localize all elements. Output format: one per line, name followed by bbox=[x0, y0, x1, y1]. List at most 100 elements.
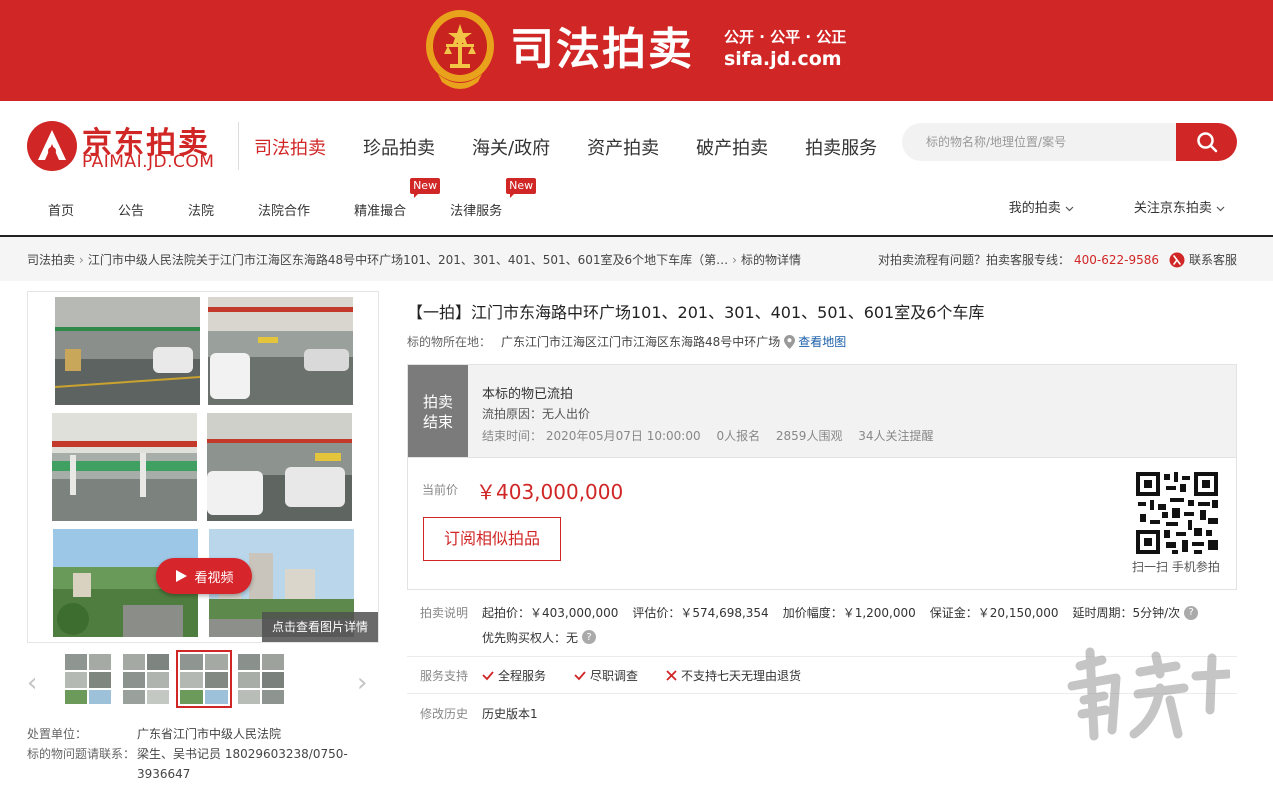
sub-nav: 首页 公告 法院 法院合作 精准撮合 New 法律服务 New bbox=[48, 178, 546, 219]
search-icon bbox=[1196, 132, 1217, 153]
priority-buyer: 优先购买权人：无 bbox=[482, 630, 579, 645]
help-icon[interactable]: ? bbox=[582, 630, 597, 644]
status-tag-line: 拍卖 bbox=[422, 393, 453, 411]
check-icon bbox=[574, 670, 586, 680]
help-text: 对拍卖流程有问题？拍卖客服专线： bbox=[877, 253, 1070, 267]
subnav-label: 法律服务 bbox=[450, 204, 503, 219]
service-item: 全程服务 bbox=[482, 667, 560, 684]
view-image-details-button[interactable]: 点击查看图片详情 bbox=[262, 612, 378, 642]
current-price-value: ￥403,000,000 bbox=[476, 480, 624, 504]
view-map-link[interactable]: 查看地图 bbox=[784, 333, 846, 350]
help-icon[interactable]: ? bbox=[1184, 605, 1199, 620]
auction-status-panel: 拍卖 结束 本标的物已流拍 流拍原因：无人出价 结束时间： 2020年05月07… bbox=[407, 364, 1237, 458]
auction-terms-values: 起拍价：￥403,000,000 评估价：￥574,698,354 加价幅度：￥… bbox=[482, 604, 1212, 621]
follower-count: 34人关注提醒 bbox=[858, 429, 934, 443]
search-box bbox=[902, 123, 1237, 161]
chevron-left-icon[interactable]: ‹ bbox=[27, 668, 37, 698]
search-input[interactable] bbox=[902, 123, 1178, 161]
chevron-right-icon[interactable]: › bbox=[357, 668, 367, 698]
subnav-legal-services[interactable]: 法律服务 New bbox=[450, 178, 537, 219]
auction-ended-tag: 拍卖 结束 bbox=[408, 365, 468, 457]
breadcrumb: 司法拍卖 › 江门市中级人民法院关于江门市江海区东海路48号中环广场101、201、… bbox=[27, 251, 801, 268]
new-badge: New bbox=[506, 178, 537, 198]
item-location: 标的物所在地： 广东江门市江海区江门市江海区东海路48号中环广场 查看地图 bbox=[407, 333, 846, 350]
priority-values: 优先购买权人：无 ? bbox=[482, 629, 610, 646]
subnav-announcement[interactable]: 公告 bbox=[118, 200, 144, 219]
image-gallery[interactable]: 看视频 点击查看图片详情 bbox=[27, 291, 379, 643]
status-stats: 结束时间： 2020年05月07日 10:00:00 0人报名 2859人围观 … bbox=[482, 427, 946, 444]
service-item-label: 不支持七天无理由退货 bbox=[681, 669, 802, 683]
qr-caption: 扫一扫 手机参拍 bbox=[1132, 560, 1220, 574]
subnav-home[interactable]: 首页 bbox=[48, 200, 74, 219]
breadcrumb-separator-icon: › bbox=[732, 253, 737, 267]
nav-judicial-auction[interactable]: 司法拍卖 bbox=[254, 134, 326, 160]
nav-auction-services[interactable]: 拍卖服务 bbox=[805, 134, 877, 160]
hotline-number: 400-622-9586 bbox=[1073, 252, 1159, 267]
contact-value: 梁生、吴书记员 18029603238/0750-3936647 bbox=[137, 747, 348, 781]
status-tag-line: 结束 bbox=[422, 413, 453, 431]
qr-code-icon bbox=[1136, 472, 1218, 554]
my-auction-menu[interactable]: 我的拍卖 bbox=[979, 197, 1074, 216]
subscribe-similar-button[interactable]: 订阅相似拍品 bbox=[423, 517, 561, 561]
cross-icon bbox=[666, 670, 677, 681]
follow-jd-auction-menu[interactable]: 关注京东拍卖 bbox=[1104, 197, 1225, 216]
chevron-down-icon bbox=[1065, 206, 1074, 212]
nav-customs-government[interactable]: 海关/政府 bbox=[472, 134, 550, 160]
subnav-court[interactable]: 法院 bbox=[188, 200, 214, 219]
service-item: 尽职调查 bbox=[574, 667, 652, 684]
breadcrumb-separator-icon: › bbox=[79, 253, 84, 267]
banner-title: 司法拍卖 bbox=[510, 24, 694, 75]
disposal-unit-label: 处置单位： bbox=[27, 727, 88, 741]
nav-treasure-auction[interactable]: 珍品拍卖 bbox=[363, 134, 435, 160]
breadcrumb-item[interactable]: 江门市中级人民法院关于江门市江海区东海路48号中环广场101、201、301、4… bbox=[88, 253, 728, 267]
breadcrumb-bar: 司法拍卖 › 江门市中级人民法院关于江门市江海区东海路48号中环广场101、201、… bbox=[0, 237, 1273, 281]
deposit: 保证金：￥20,150,000 bbox=[929, 606, 1059, 620]
service-item-label: 尽职调查 bbox=[590, 669, 639, 683]
customer-service-icon bbox=[1169, 252, 1185, 267]
play-icon bbox=[176, 570, 188, 582]
court-emblem-icon bbox=[426, 10, 494, 89]
my-auction-label: 我的拍卖 bbox=[1008, 201, 1061, 216]
subnav-label: 精准撮合 bbox=[354, 204, 407, 219]
history-label: 修改历史 bbox=[420, 707, 469, 721]
location-label: 标的物所在地： bbox=[407, 335, 492, 349]
disposal-unit-value: 广东省江门市中级人民法院 bbox=[137, 727, 282, 741]
map-pin-icon bbox=[784, 334, 796, 349]
nav-asset-auction[interactable]: 资产拍卖 bbox=[587, 134, 659, 160]
thumbnail[interactable] bbox=[238, 654, 284, 704]
price-panel: 当前价 ￥403,000,000 订阅相似拍品 扫一扫 手机参拍 bbox=[407, 458, 1237, 590]
service-support-row: 服务支持 全程服务 尽职调查 不支持七天无理由退货 bbox=[420, 667, 801, 684]
thumbnail-selected[interactable] bbox=[176, 650, 232, 708]
top-banner: 司法拍卖 公开 · 公平 · 公正 sifa.jd.com bbox=[0, 0, 1273, 101]
search-button[interactable] bbox=[1176, 123, 1237, 161]
service-support-label: 服务支持 bbox=[420, 669, 469, 683]
subnav-precise-matching[interactable]: 精准撮合 New bbox=[354, 178, 441, 219]
thumbnail[interactable] bbox=[123, 654, 169, 704]
thumbnail[interactable] bbox=[65, 654, 111, 704]
view-map-label: 查看地图 bbox=[798, 335, 847, 349]
end-time: 结束时间： 2020年05月07日 10:00:00 bbox=[482, 429, 701, 443]
parking-photo bbox=[207, 413, 352, 521]
item-title: 【一拍】江门市东海路中环广场101、201、301、401、501、601室及6… bbox=[407, 303, 985, 322]
appraisal-price: 评估价：￥574,698,354 bbox=[632, 606, 769, 620]
contact-service-label: 联系客服 bbox=[1188, 253, 1237, 267]
contact-service-link[interactable]: 联系客服 bbox=[1169, 251, 1237, 268]
banner-slogan: 公开 · 公平 · 公正 bbox=[724, 28, 847, 46]
breadcrumb-item[interactable]: 司法拍卖 bbox=[27, 253, 75, 267]
history-version-link[interactable]: 历史版本1 bbox=[482, 705, 538, 722]
customer-service-info: 对拍卖流程有问题？拍卖客服专线： 400-622-9586 联系客服 bbox=[878, 251, 1237, 268]
check-icon bbox=[482, 670, 494, 680]
nav-bankruptcy-auction[interactable]: 破产拍卖 bbox=[696, 134, 768, 160]
service-support-values: 全程服务 尽职调查 不支持七天无理由退货 bbox=[482, 667, 829, 684]
watch-video-button[interactable]: 看视频 bbox=[156, 558, 252, 594]
parking-photo bbox=[52, 413, 197, 521]
nanfang-watermark-logo bbox=[1067, 647, 1230, 741]
parking-photo bbox=[208, 297, 353, 405]
breadcrumb-item: 标的物详情 bbox=[740, 253, 801, 267]
parking-photo bbox=[55, 297, 200, 405]
watch-video-label: 看视频 bbox=[194, 570, 234, 586]
chevron-down-icon bbox=[1216, 206, 1225, 212]
signup-count: 0人报名 bbox=[716, 429, 761, 443]
subnav-court-cooperation[interactable]: 法院合作 bbox=[258, 200, 310, 219]
delay-period: 延时周期：5分钟/次 bbox=[1072, 606, 1181, 620]
